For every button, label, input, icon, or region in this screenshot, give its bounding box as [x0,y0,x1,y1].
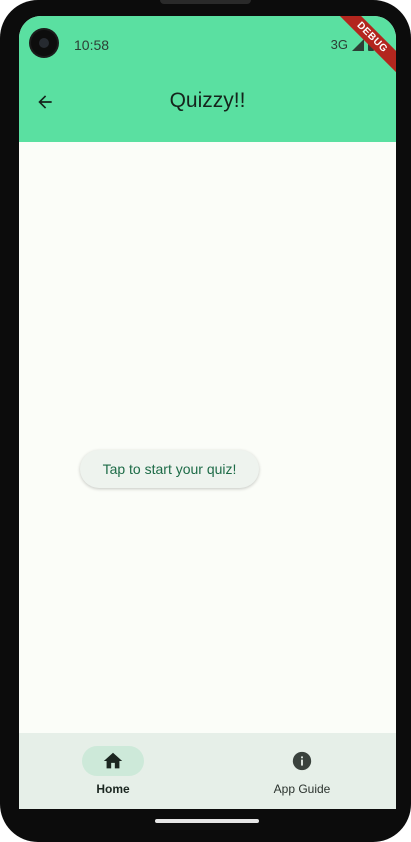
start-quiz-button[interactable]: Tap to start your quiz! [80,450,259,488]
device-frame: 10:58 3G DEBUG Quizzy!! Tap to start you… [0,0,411,842]
app-bar: 10:58 3G DEBUG Quizzy!! [19,16,396,142]
gesture-handle[interactable] [155,819,259,823]
camera-cutout [31,30,57,56]
signal-icon [352,38,364,51]
device-speaker [160,0,251,4]
nav-label-home: Home [96,782,130,796]
phone-screen: 10:58 3G DEBUG Quizzy!! Tap to start you… [19,16,396,809]
info-icon [292,751,312,771]
nav-icon-container [271,746,333,776]
home-icon [103,752,123,769]
page-title: Quizzy!! [169,89,246,112]
main-content: Tap to start your quiz! [19,142,396,733]
bottom-navigation-bar: Home App Guide [19,733,396,809]
nav-label-app-guide: App Guide [273,782,331,796]
nav-item-home[interactable]: Home [19,733,207,809]
nav-selected-indicator [82,746,144,776]
nav-item-app-guide[interactable]: App Guide [208,733,396,809]
network-type: 3G [330,37,348,52]
status-time: 10:58 [74,37,110,53]
